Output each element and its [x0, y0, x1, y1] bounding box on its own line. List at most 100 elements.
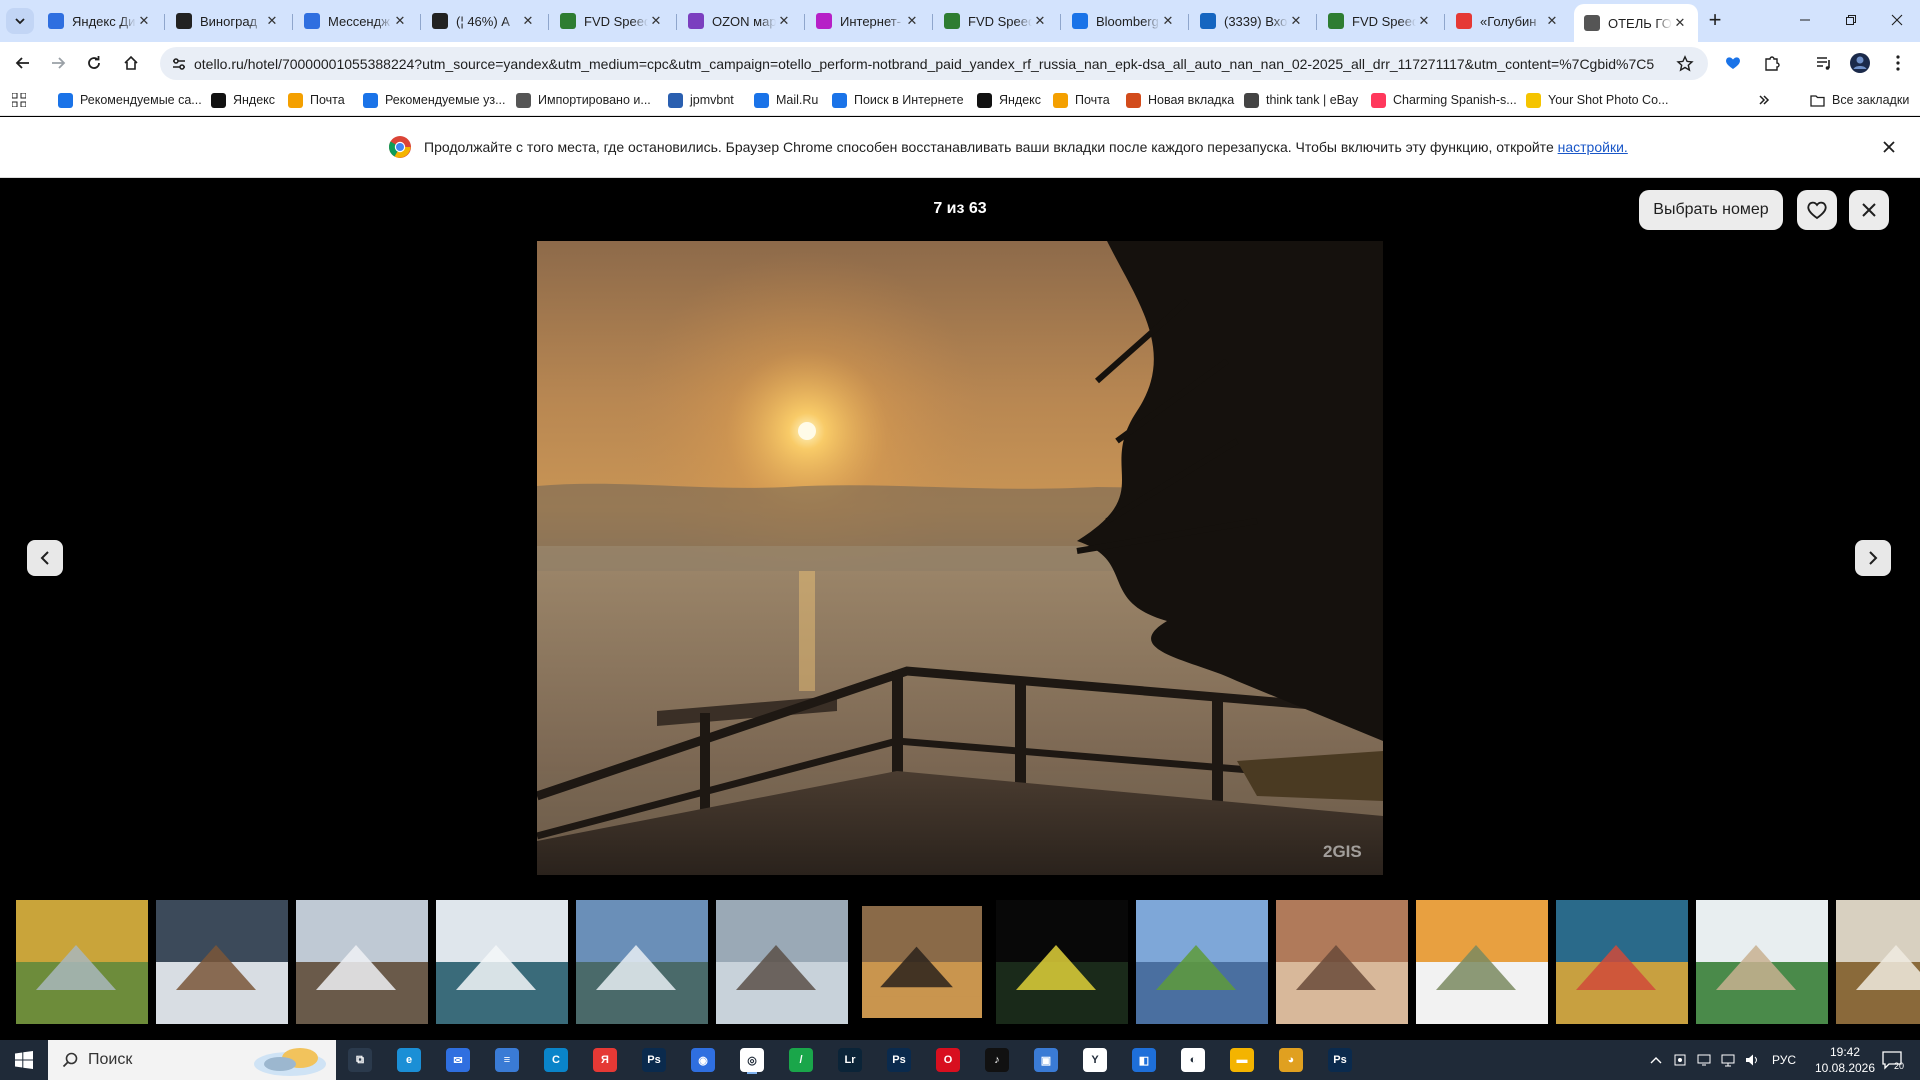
bookmark-item[interactable]: Рекомендуемые са... — [58, 91, 202, 109]
minimize-button[interactable] — [1782, 0, 1828, 40]
thumbnail-sunset-pier-photo[interactable] — [862, 906, 982, 1018]
bookmark-item[interactable]: think tank | eBay — [1244, 91, 1358, 109]
bookmark-item[interactable]: Новая вкладка — [1126, 91, 1234, 109]
tab-close-icon[interactable]: ✕ — [776, 13, 792, 29]
camera-app-icon[interactable]: ◉ — [691, 1048, 715, 1072]
bookmark-item[interactable]: Почта — [1053, 91, 1110, 109]
tab-active[interactable]: ОТЕЛЬ ГО ✕ — [1574, 4, 1698, 42]
tab[interactable]: Bloomberg ✕ — [1062, 6, 1186, 36]
thumbnail-room-interior-photo[interactable] — [1276, 900, 1408, 1024]
media-controls-button[interactable] — [1811, 50, 1837, 76]
edge-icon[interactable]: e — [397, 1048, 421, 1072]
lightroom-icon[interactable]: Lr — [838, 1048, 862, 1072]
tab-close-icon[interactable]: ✕ — [648, 13, 664, 29]
tab[interactable]: (¦ 46%) А ✕ — [422, 6, 546, 36]
bookmark-item[interactable]: Your Shot Photo Co... — [1526, 91, 1668, 109]
tab[interactable]: Яндекс Ди ✕ — [38, 6, 162, 36]
back-button[interactable] — [8, 48, 38, 78]
thumbnail-kids-room-photo[interactable] — [1556, 900, 1688, 1024]
tab[interactable]: FVD Speed ✕ — [934, 6, 1058, 36]
bookmark-item[interactable]: Рекомендуемые уз... — [363, 91, 506, 109]
tab-close-icon[interactable]: ✕ — [392, 13, 408, 29]
tab-close-icon[interactable]: ✕ — [264, 13, 280, 29]
mail-app-icon[interactable]: ✉ — [446, 1048, 470, 1072]
chrome-menu-button[interactable] — [1885, 50, 1911, 76]
extension-heart-button[interactable] — [1720, 50, 1746, 76]
photoshop-icon[interactable]: Ps — [642, 1048, 666, 1072]
thumbnail-restaurant-hall-photo[interactable] — [1696, 900, 1828, 1024]
blue-app-icon[interactable]: ◧ — [1132, 1048, 1156, 1072]
thumbnail-dining-room-photo[interactable] — [1836, 900, 1920, 1024]
bookmark-star-button[interactable] — [1674, 53, 1696, 75]
photoshop-icon[interactable]: Ps — [887, 1048, 911, 1072]
yandex-browser-icon[interactable]: Я — [593, 1048, 617, 1072]
tab-close-icon[interactable]: ✕ — [1160, 13, 1176, 29]
url-text[interactable]: otello.ru/hotel/70000001055388224?utm_so… — [194, 56, 1654, 72]
site-info-button[interactable] — [168, 53, 190, 75]
address-bar[interactable]: otello.ru/hotel/70000001055388224?utm_so… — [160, 47, 1708, 80]
restore-button[interactable] — [1828, 0, 1874, 40]
c-app-icon[interactable]: C — [544, 1048, 568, 1072]
tab-close-icon[interactable]: ✕ — [1288, 13, 1304, 29]
task-view-icon[interactable]: ⧉ — [348, 1048, 372, 1072]
tab[interactable]: «Голубин ✕ — [1446, 6, 1570, 36]
obs-icon[interactable]: ◐ — [1181, 1048, 1205, 1072]
bookmark-item[interactable]: Поиск в Интернете — [832, 91, 964, 109]
tab-close-icon[interactable]: ✕ — [520, 13, 536, 29]
thumbnail-lake-pier-photo[interactable] — [716, 900, 848, 1024]
close-window-button[interactable] — [1874, 0, 1920, 40]
previous-photo-button[interactable] — [27, 540, 63, 576]
settings-link[interactable]: настройки. — [1558, 139, 1628, 155]
close-gallery-button[interactable] — [1849, 190, 1889, 230]
extensions-button[interactable] — [1759, 50, 1785, 76]
all-bookmarks-button[interactable]: Все закладки — [1810, 91, 1909, 109]
tab-search-button[interactable] — [6, 8, 34, 34]
bookmark-item[interactable]: Яндекс — [211, 91, 275, 109]
bookmark-item[interactable]: Яндекс — [977, 91, 1041, 109]
green-app-icon[interactable]: / — [789, 1048, 813, 1072]
tab[interactable]: (3339) Вхо ✕ — [1190, 6, 1314, 36]
start-button[interactable] — [0, 1040, 48, 1080]
tab-close-icon[interactable]: ✕ — [1672, 15, 1688, 31]
thumbnail-snowy-chalet-lights-photo[interactable] — [156, 900, 288, 1024]
tab-close-icon[interactable]: ✕ — [136, 13, 152, 29]
notifications-button[interactable]: 20 — [1880, 1050, 1906, 1070]
opera-icon[interactable]: O — [936, 1048, 960, 1072]
tab-close-icon[interactable]: ✕ — [904, 13, 920, 29]
system-clock[interactable]: 19:42 10.08.2026 — [1814, 1044, 1876, 1076]
more-bookmarks-button[interactable] — [1758, 91, 1770, 109]
network-icon[interactable] — [1720, 1052, 1736, 1068]
thumbnail-night-pool-photo[interactable] — [996, 900, 1128, 1024]
favorite-button[interactable] — [1797, 190, 1837, 230]
bookmark-item[interactable]: Mail.Ru — [754, 91, 818, 109]
tab-close-icon[interactable]: ✕ — [1544, 13, 1560, 29]
tab-close-icon[interactable]: ✕ — [1416, 13, 1432, 29]
photo-app-icon[interactable]: ◕ — [1279, 1048, 1303, 1072]
yandex-y-icon[interactable]: Y — [1083, 1048, 1107, 1072]
tab[interactable]: Виноград ✕ — [166, 6, 290, 36]
thumbnail-snowy-trees-photo[interactable] — [436, 900, 568, 1024]
tab[interactable]: OZON мар ✕ — [678, 6, 802, 36]
bookmark-item[interactable]: Charming Spanish-s... — [1371, 91, 1517, 109]
volume-icon[interactable] — [1744, 1052, 1760, 1068]
taskbar-search[interactable]: Поиск — [48, 1040, 336, 1080]
meet-now-icon[interactable] — [1696, 1052, 1712, 1068]
choose-room-button[interactable]: Выбрать номер — [1639, 190, 1783, 230]
thumbnail-winter-building-photo[interactable] — [576, 900, 708, 1024]
chrome-icon[interactable]: ◎ — [740, 1048, 764, 1072]
new-tab-button[interactable]: + — [1703, 9, 1727, 33]
tab[interactable]: FVD Speed ✕ — [550, 6, 674, 36]
thumbnail-snowy-chalet-photo[interactable] — [296, 900, 428, 1024]
reload-button[interactable] — [79, 48, 109, 78]
show-hidden-icons-button[interactable] — [1648, 1052, 1664, 1068]
photoshop-icon[interactable]: Ps — [1328, 1048, 1352, 1072]
file-explorer-icon[interactable]: ▬ — [1230, 1048, 1254, 1072]
tab-close-icon[interactable]: ✕ — [1032, 13, 1048, 29]
input-language[interactable]: РУС — [1772, 1053, 1796, 1067]
home-button[interactable] — [116, 48, 146, 78]
bookmark-item[interactable]: jpmvbnt — [668, 91, 734, 109]
next-photo-button[interactable] — [1855, 540, 1891, 576]
tab[interactable]: Интернет- ✕ — [806, 6, 930, 36]
apps-button[interactable] — [12, 91, 26, 109]
tiktok-icon[interactable]: ♪ — [985, 1048, 1009, 1072]
